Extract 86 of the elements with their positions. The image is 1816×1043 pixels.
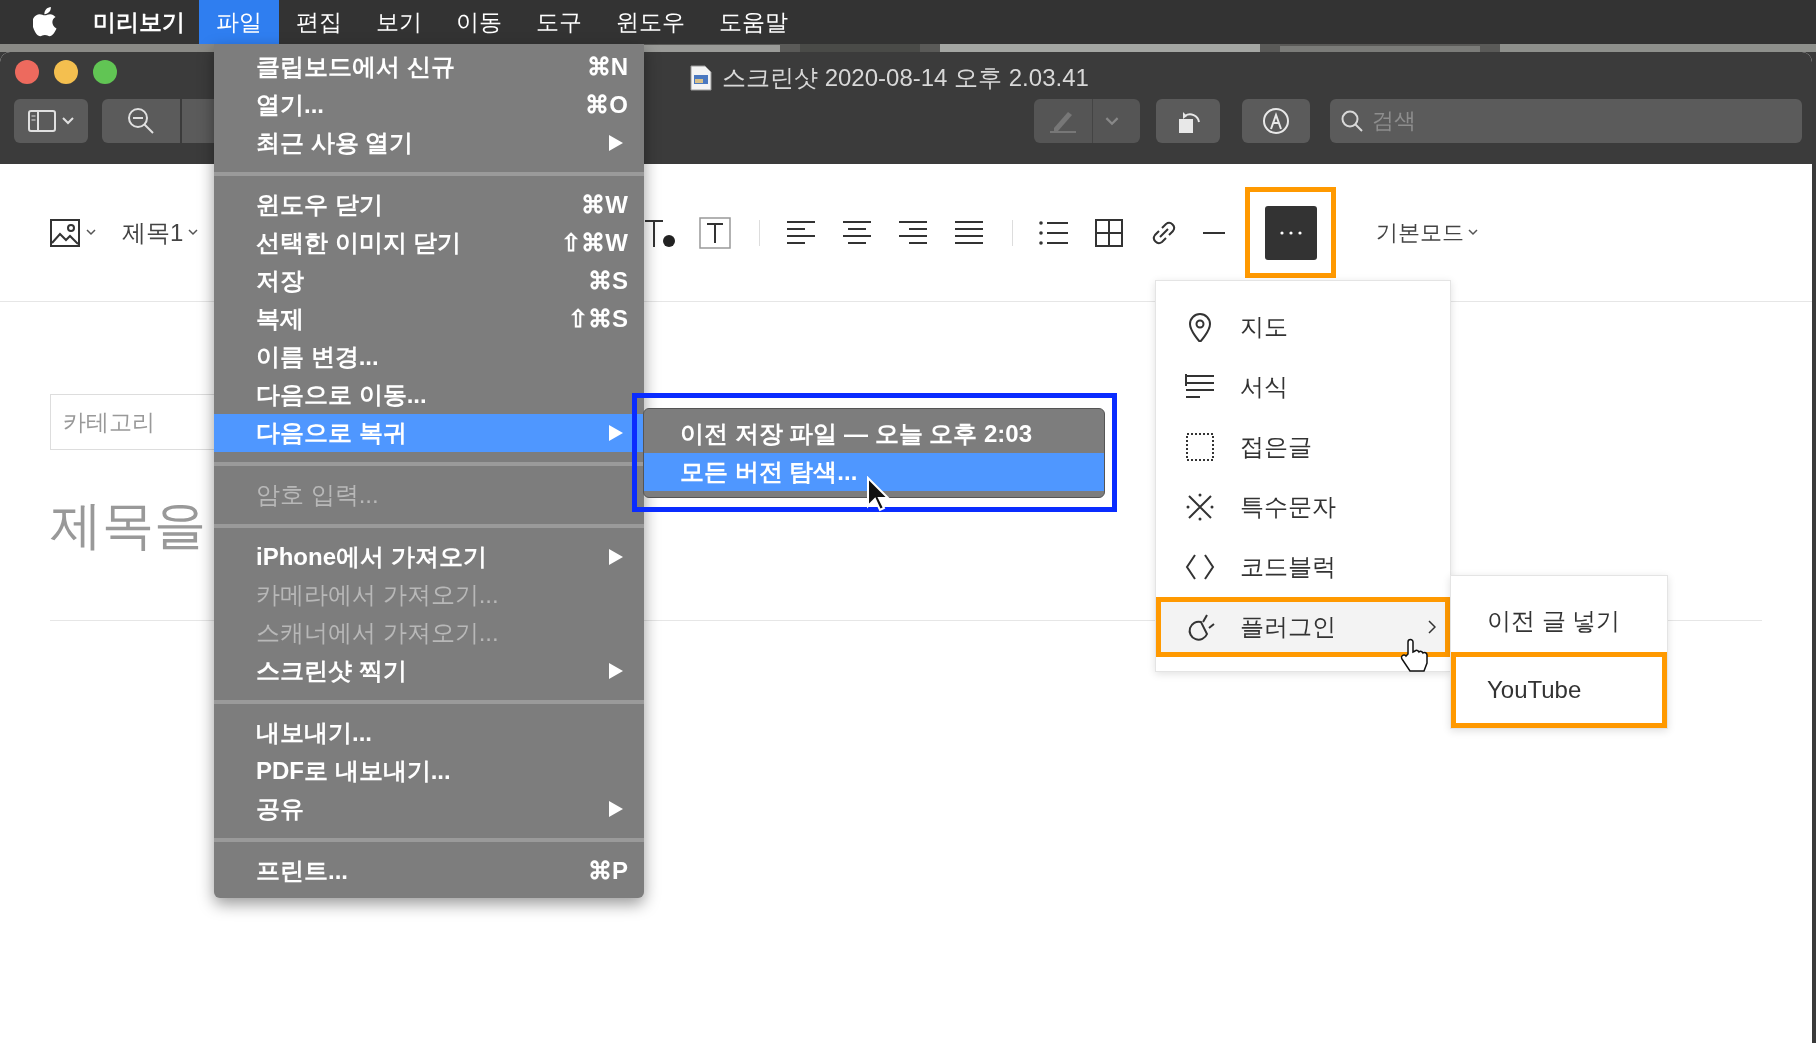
menu-item[interactable]: 모든 버전 탐색... <box>644 452 1104 491</box>
bullet-list-icon[interactable] <box>1039 219 1070 246</box>
app-menu[interactable]: 미리보기 <box>79 0 199 44</box>
menu-item[interactable]: 접은글 <box>1156 417 1450 477</box>
menu-item[interactable]: PDF로 내보내기... <box>214 752 644 790</box>
caret-icon[interactable] <box>1468 229 1479 236</box>
menu-bar-item[interactable]: 도움말 <box>702 0 805 44</box>
pen-tip-circle-icon <box>1261 106 1291 136</box>
search-icon <box>1340 109 1364 133</box>
submenu-arrow-icon <box>608 800 624 818</box>
apple-logo-icon[interactable] <box>33 7 59 37</box>
shortcut-label: ⌘S <box>588 266 628 296</box>
align-left-icon[interactable] <box>786 219 817 246</box>
menu-item: 카메라에서 가져오기... <box>255 580 500 610</box>
cursor-icon <box>866 476 890 512</box>
document-icon <box>690 65 712 91</box>
menu-bar-item[interactable]: 파일 <box>199 0 279 44</box>
menu-item[interactable]: 스크린샷 찍기 <box>214 652 644 690</box>
sidebar-icon <box>28 110 56 132</box>
menu-item[interactable]: 플러그인 <box>1156 597 1450 657</box>
menu-item[interactable]: YouTube <box>1451 652 1667 728</box>
zoom-out-icon <box>127 107 155 135</box>
minimize-window-button[interactable] <box>54 60 78 84</box>
title-placeholder[interactable]: 제목을 <box>50 496 206 554</box>
menu-bar-item[interactable]: 윈도우 <box>599 0 702 44</box>
image-icon[interactable] <box>50 218 80 247</box>
more-icon <box>1279 230 1302 235</box>
menu-item[interactable]: 이전 저장 파일 — 오늘 오후 2:03 <box>644 414 1104 453</box>
shortcut-label: ⇧⌘S <box>568 304 628 334</box>
zoom-out-button[interactable] <box>102 99 180 143</box>
menu-item: 암호 입력... <box>255 480 380 510</box>
menu-item[interactable]: 클립보드에서 신규 ⌘N <box>214 48 644 86</box>
menu-item[interactable]: 저장 ⌘S <box>214 262 644 300</box>
menu-item[interactable]: 열기... ⌘O <box>214 86 644 124</box>
menu-item[interactable]: 윈도우 닫기 ⌘W <box>214 186 644 224</box>
more-button[interactable] <box>1264 205 1317 260</box>
menu-bar-item[interactable]: 보기 <box>359 0 439 44</box>
menu-bar-item[interactable]: 이동 <box>439 0 519 44</box>
menu-item[interactable]: 지도 <box>1156 297 1450 357</box>
menu-item[interactable]: 복제 ⇧⌘S <box>214 300 644 338</box>
menu-item[interactable]: 이전 글 넣기 <box>1451 590 1667 652</box>
shortcut-label: ⇧⌘W <box>561 228 628 258</box>
zoom-window-button[interactable] <box>93 60 117 84</box>
caret-icon[interactable] <box>188 229 199 236</box>
shortcut-label: ⌘P <box>588 856 628 886</box>
caret-icon[interactable] <box>86 229 96 236</box>
justify-icon[interactable] <box>954 219 985 246</box>
align-center-icon[interactable] <box>842 219 873 246</box>
submenu-arrow-icon <box>608 548 624 566</box>
menu-item[interactable]: 이름 변경... <box>214 338 644 376</box>
menu-item[interactable]: 다음으로 복귀 <box>214 414 644 452</box>
code-brackets-icon <box>1185 552 1215 582</box>
window-title: 스크린샷 2020-08-14 오후 2.03.41 <box>722 63 1089 93</box>
menu-item[interactable]: 특수문자 <box>1156 477 1450 537</box>
menu-bar-item[interactable]: 도구 <box>519 0 599 44</box>
menu-item[interactable]: 선택한 이미지 닫기 ⇧⌘W <box>214 224 644 262</box>
table-icon[interactable] <box>1095 218 1124 247</box>
submenu-arrow-icon <box>608 662 624 680</box>
menu-bar-item[interactable]: 편집 <box>279 0 359 44</box>
align-right-icon[interactable] <box>898 219 929 246</box>
close-window-button[interactable] <box>15 60 39 84</box>
menu-item[interactable]: 서식 <box>1156 357 1450 417</box>
menu-item[interactable]: 코드블럭 <box>1156 537 1450 597</box>
mode-dropdown[interactable]: 기본모드 <box>1376 216 1465 249</box>
menu-item[interactable]: 프린트... ⌘P <box>214 852 644 890</box>
caret-icon <box>62 117 74 125</box>
rotate-button[interactable] <box>1156 99 1220 143</box>
shortcut-label: ⌘W <box>581 190 628 220</box>
dotted-box-icon <box>1185 432 1215 462</box>
shortcut-label: ⌘N <box>586 52 628 82</box>
horizontal-rule-icon[interactable] <box>1203 230 1226 235</box>
menu-item[interactable]: 공유 <box>214 790 644 828</box>
submenu-arrow-icon <box>608 424 624 442</box>
shortcut-label: ⌘O <box>585 90 628 120</box>
menu-item: 스캐너에서 가져오기... <box>255 618 500 648</box>
menu-item[interactable]: 내보내기... <box>214 714 644 752</box>
heading-dropdown[interactable]: 제목1 <box>122 214 184 251</box>
asterisk-icon <box>1185 492 1215 522</box>
sidebar-toggle-button[interactable] <box>14 99 88 143</box>
chevron-right-icon <box>1428 620 1436 634</box>
caret-icon <box>1105 116 1119 126</box>
markup-button[interactable] <box>1242 99 1310 143</box>
menu-item[interactable]: 최근 사용 열기 <box>214 124 644 162</box>
submenu-arrow-icon <box>608 134 624 152</box>
menu-item[interactable]: iPhone에서 가져오기 <box>214 538 644 576</box>
text-box-icon[interactable] <box>699 216 732 249</box>
